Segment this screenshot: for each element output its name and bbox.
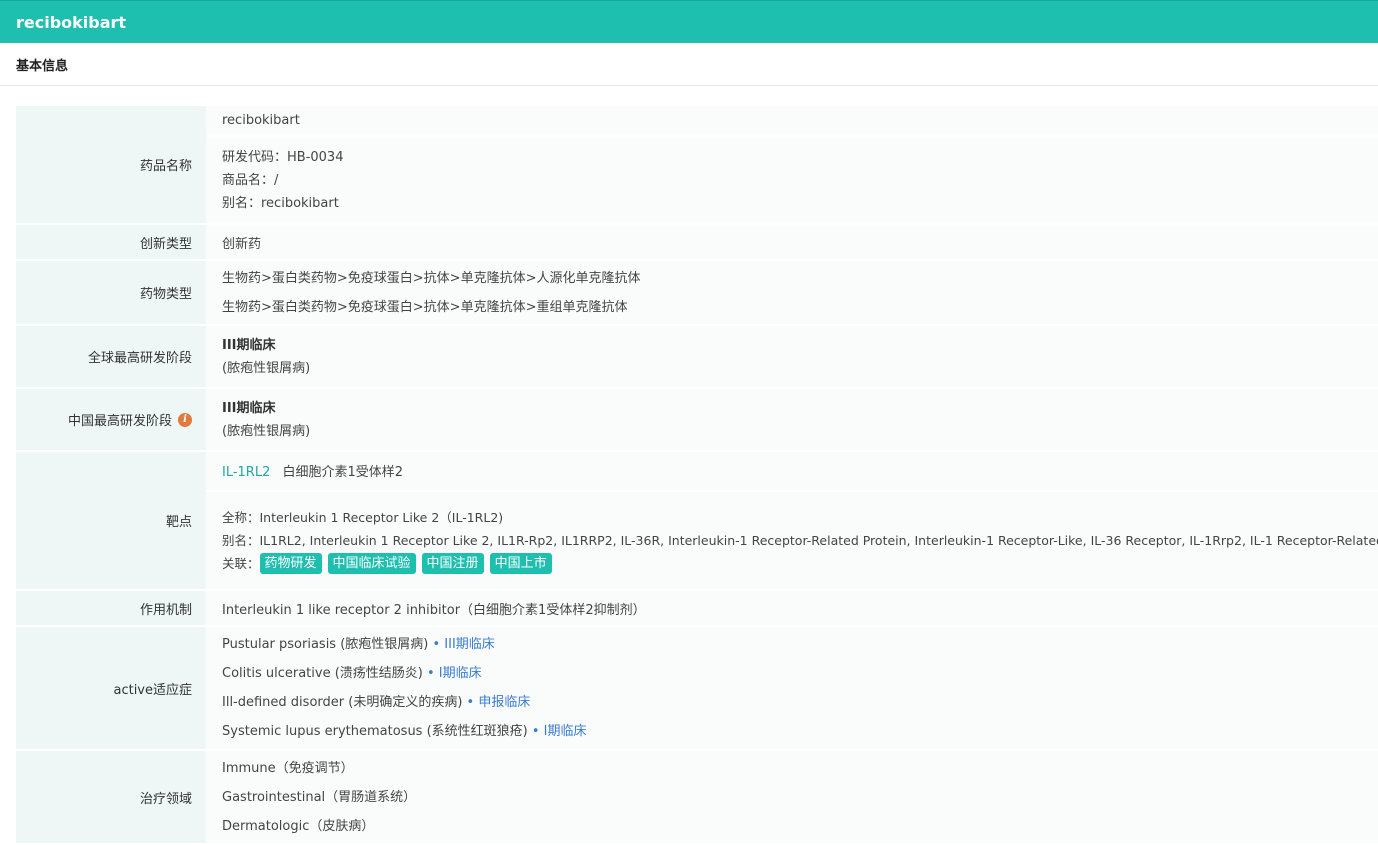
target-full-name: 全称：Interleukin 1 Receptor Like 2（IL-1RL2…	[222, 510, 504, 525]
mechanism-value: Interleukin 1 like receptor 2 inhibitor（…	[222, 602, 646, 618]
row-drug-name: 药品名称 recibokibart 研发代码：HB-0034 商品名：/ 别名：…	[16, 106, 1378, 223]
info-icon[interactable]: i	[178, 412, 192, 427]
trade-name: 商品名：/	[222, 172, 279, 188]
section-title: 基本信息	[16, 58, 69, 74]
indication-stage-link[interactable]: • Ⅰ期临床	[427, 666, 482, 681]
row-mechanism: 作用机制 Interleukin 1 like receptor 2 inhib…	[16, 591, 1378, 625]
therapy-item: Gastrointestinal（胃肠道系统）	[222, 789, 417, 805]
row-global-phase: 全球最高研发阶段 III期临床 (脓疱性银屑病)	[16, 326, 1378, 387]
alias: 别名：recibokibart	[222, 195, 339, 211]
indication-item: Systemic lupus erythematosus (系统性红斑狼疮) •…	[222, 717, 1378, 746]
row-label: 作用机制	[16, 591, 206, 625]
therapy-item: Immune（免疫调节）	[222, 760, 354, 776]
global-phase-note: (脓疱性银屑病)	[222, 360, 311, 376]
row-label: 中国最高研发阶段	[67, 414, 172, 429]
therapy-item: Dermatologic（皮肤病）	[222, 818, 375, 834]
drug-type-line: 生物药>蛋白类药物>免疫球蛋白>抗体>单克隆抗体>重组单克隆抗体	[222, 299, 628, 315]
indication-item: Colitis ulcerative (溃疡性结肠炎) • Ⅰ期临床	[222, 659, 1378, 688]
rd-code: 研发代码：HB-0034	[222, 149, 344, 165]
row-label: 治疗领域	[16, 751, 206, 843]
innovation-value: 创新药	[222, 236, 262, 252]
indication-name: Pustular psoriasis (脓疱性银屑病)	[222, 637, 429, 652]
row-label: 药物类型	[16, 261, 206, 324]
indication-stage-link[interactable]: • Ⅰ期临床	[532, 724, 587, 739]
china-phase-note: (脓疱性银屑病)	[222, 423, 311, 439]
row-innovation: 创新类型 创新药	[16, 225, 1378, 259]
row-therapy: 治疗领域 Immune（免疫调节） Gastrointestinal（胃肠道系统…	[16, 751, 1378, 843]
indication-item: Ill-defined disorder (未明确定义的疾病) • 申报临床	[222, 688, 1378, 717]
tag-china-registration[interactable]: 中国注册	[421, 553, 484, 574]
row-label: 创新类型	[16, 225, 206, 259]
page-title: recibokibart	[16, 12, 127, 32]
row-target: 靶点 IL-1RL2 白细胞介素1受体样2 全称：Interleukin 1 R…	[16, 452, 1378, 589]
row-drug-type: 药物类型 生物药>蛋白类药物>免疫球蛋白>抗体>单克隆抗体>人源化单克隆抗体 生…	[16, 261, 1378, 324]
indication-stage-link[interactable]: • 申报临床	[467, 695, 531, 710]
indication-item: Pustular psoriasis (脓疱性银屑病) • III期临床	[222, 630, 1378, 659]
row-indications: active适应症 Pustular psoriasis (脓疱性银屑病) • …	[16, 627, 1378, 749]
drug-type-line: 生物药>蛋白类药物>免疫球蛋白>抗体>单克隆抗体>人源化单克隆抗体	[222, 270, 641, 286]
row-label: active适应症	[16, 627, 206, 749]
section-header: 基本信息	[0, 43, 1378, 86]
target-aliases: 别名：IL1RL2, Interleukin 1 Receptor Like 2…	[222, 533, 1378, 548]
china-phase-stage: III期临床	[222, 400, 276, 416]
row-label: 靶点	[16, 452, 206, 589]
indication-name: Ill-defined disorder (未明确定义的疾病)	[222, 695, 463, 710]
info-table: 药品名称 recibokibart 研发代码：HB-0034 商品名：/ 别名：…	[16, 106, 1378, 845]
tag-drug-rd[interactable]: 药物研发	[259, 553, 322, 574]
row-label: 药品名称	[16, 106, 206, 223]
target-code-link[interactable]: IL-1RL2	[222, 465, 270, 480]
target-name-cn: 白细胞介素1受体样2	[282, 465, 404, 480]
related-label: 关联：	[222, 556, 260, 571]
indication-name: Colitis ulcerative (溃疡性结肠炎)	[222, 666, 423, 681]
indication-name: Systemic lupus erythematosus (系统性红斑狼疮)	[222, 724, 528, 739]
tag-china-market[interactable]: 中国上市	[489, 553, 552, 574]
tag-china-trials[interactable]: 中国临床试验	[327, 553, 416, 574]
row-china-phase: 中国最高研发阶段 i III期临床 (脓疱性银屑病)	[16, 389, 1378, 450]
drug-name-value: recibokibart	[222, 113, 300, 128]
global-phase-stage: III期临床	[222, 337, 276, 353]
app-header: recibokibart	[0, 0, 1378, 43]
indication-stage-link[interactable]: • III期临床	[433, 637, 495, 652]
row-label: 全球最高研发阶段	[16, 326, 206, 387]
